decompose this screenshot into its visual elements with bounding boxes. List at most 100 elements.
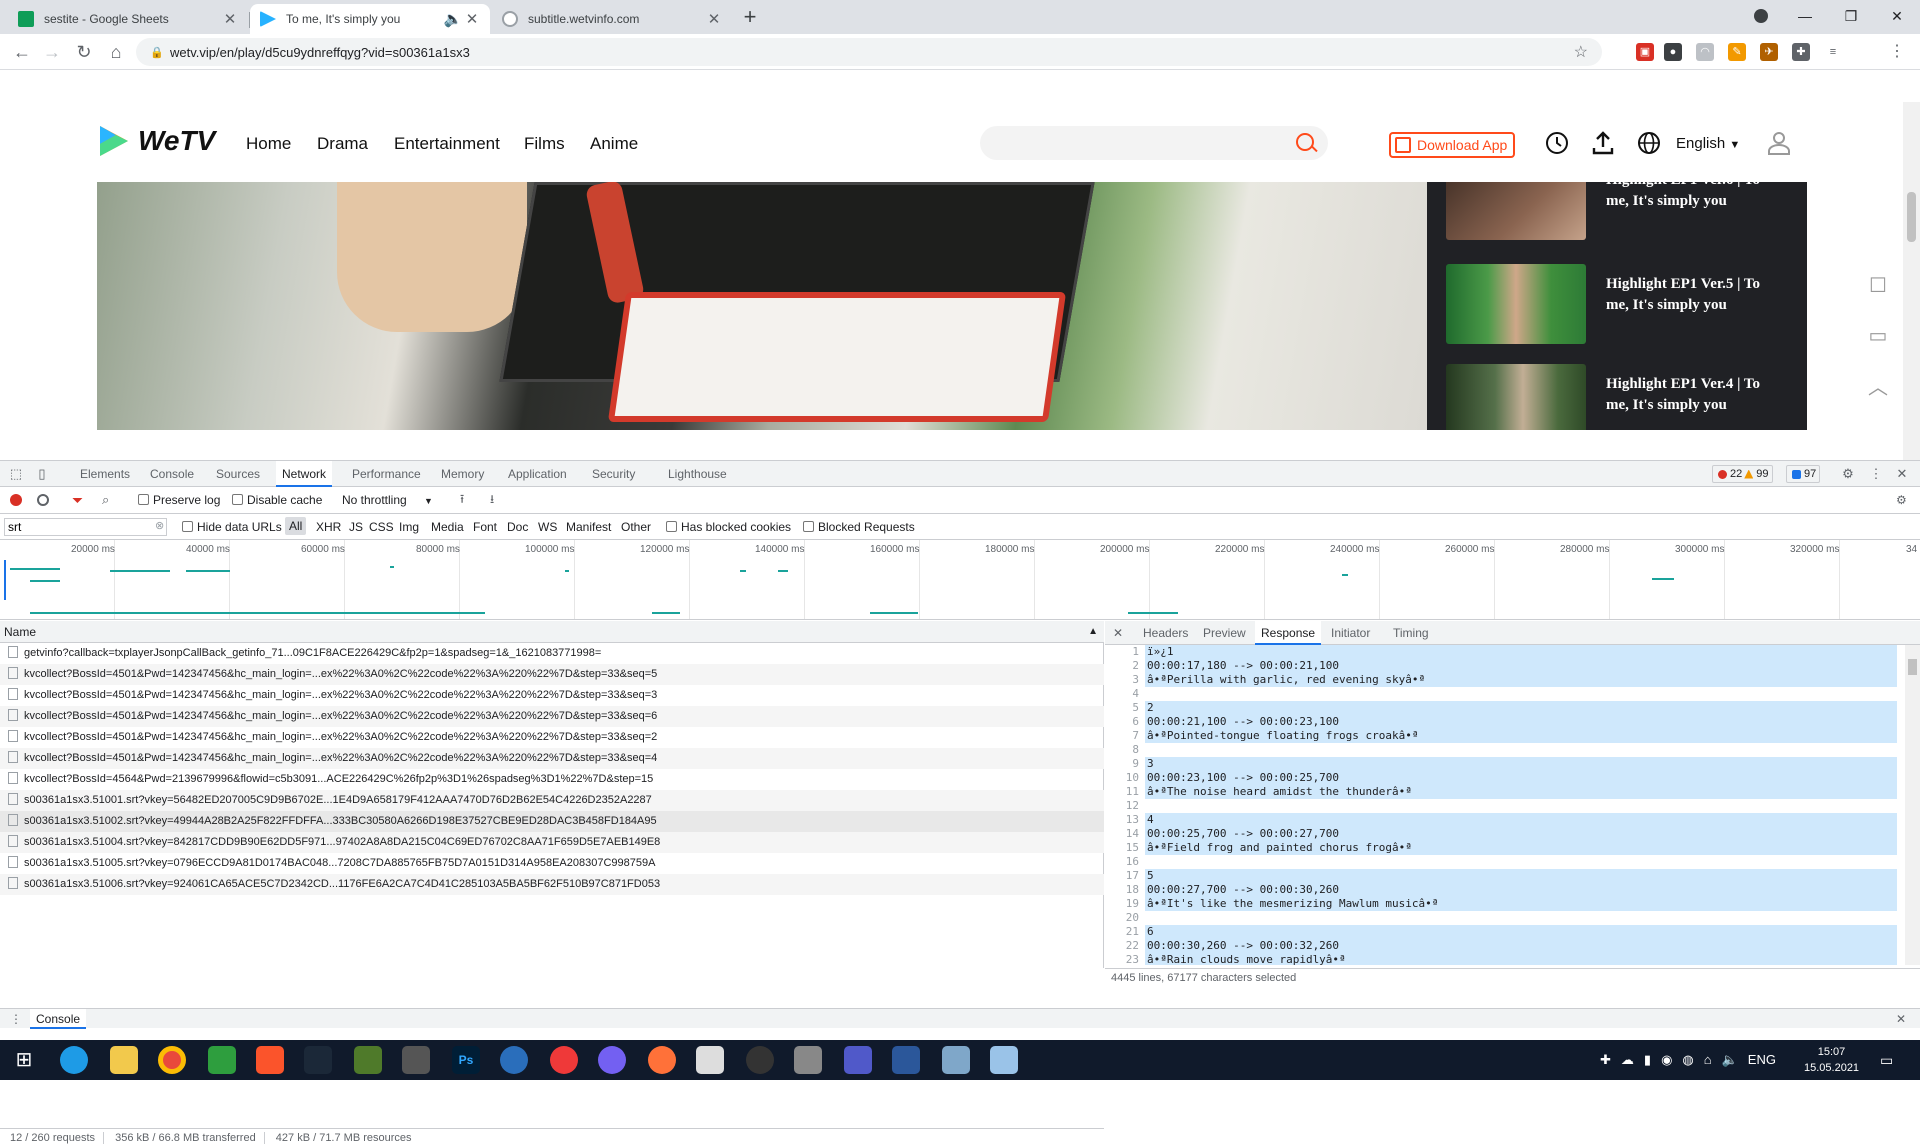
filter-icon[interactable]: ⏷	[72, 492, 83, 509]
reload-button[interactable]: ↻	[72, 40, 96, 64]
vivaldi-icon[interactable]	[550, 1046, 578, 1074]
request-name[interactable]: getvinfo?callback=txplayerJsonpCallBack_…	[24, 647, 601, 659]
hide-data-urls-checkbox[interactable]: Hide data URLs	[182, 520, 282, 534]
type-filter-img[interactable]: Img	[399, 520, 419, 534]
checkbox-box[interactable]	[666, 521, 677, 532]
request-name[interactable]: kvcollect?BossId=4501&Pwd=142347456&hc_m…	[24, 710, 657, 722]
request-row[interactable]: getvinfo?callback=txplayerJsonpCallBack_…	[0, 643, 1104, 664]
drawer-tab-console[interactable]: Console	[30, 1009, 87, 1029]
inspect-element-icon[interactable]: ⬚	[8, 466, 24, 482]
request-row[interactable]: s00361a1sx3.51005.srt?vkey=0796ECCD9A81D…	[0, 853, 1104, 874]
episode-item[interactable]: Highlight EP1 Ver.6 | To me, It's simply…	[1446, 182, 1766, 240]
request-row[interactable]: s00361a1sx3.51004.srt?vkey=842817CDD9B90…	[0, 832, 1104, 853]
request-name[interactable]: s00361a1sx3.51004.srt?vkey=842817CDD9B90…	[24, 836, 660, 848]
windows-start-icon[interactable]: ⊞	[10, 1046, 38, 1074]
video-player[interactable]	[97, 182, 1427, 430]
back-button[interactable]: ←	[10, 40, 34, 64]
cloud-icon[interactable]: ☁	[1621, 1052, 1634, 1068]
request-row[interactable]: s00361a1sx3.51006.srt?vkey=924061CA65ACE…	[0, 874, 1104, 895]
app-icon[interactable]	[942, 1046, 970, 1074]
drawer-menu-icon[interactable]: ⋮	[10, 1009, 22, 1029]
episode-title[interactable]: Highlight EP1 Ver.4 | To me, It's simply…	[1606, 374, 1786, 416]
menu-kebab-icon[interactable]: ⋮	[1888, 43, 1906, 61]
episode-thumbnail[interactable]	[1446, 182, 1586, 240]
type-filter-css[interactable]: CSS	[369, 520, 394, 534]
nav-films[interactable]: Films	[524, 134, 565, 154]
extension-icon[interactable]: ✈	[1760, 43, 1778, 61]
close-drawer-icon[interactable]: ✕	[1896, 1009, 1906, 1029]
gear-icon[interactable]: ⚙	[1840, 466, 1856, 482]
checkbox-box[interactable]	[803, 521, 814, 532]
tray-icon[interactable]: ◍	[1682, 1052, 1693, 1068]
request-name[interactable]: kvcollect?BossId=4501&Pwd=142347456&hc_m…	[24, 752, 657, 764]
speaker-icon[interactable]: 🔈	[442, 10, 464, 28]
file-explorer-icon[interactable]	[110, 1046, 138, 1074]
word-icon[interactable]	[892, 1046, 920, 1074]
wetv-logo[interactable]: WeTV	[96, 124, 215, 158]
bookmark-star-icon[interactable]: ☆	[1574, 42, 1588, 62]
episode-thumbnail[interactable]	[1446, 364, 1586, 430]
request-row[interactable]: kvcollect?BossId=4501&Pwd=142347456&hc_m…	[0, 748, 1104, 769]
detail-tab-preview[interactable]: Preview	[1197, 621, 1252, 645]
app-icon[interactable]	[794, 1046, 822, 1074]
devtools-tab-security[interactable]: Security	[586, 461, 641, 487]
restore-button[interactable]: ❐	[1828, 0, 1874, 32]
console-drawer[interactable]: ⋮ Console ✕	[0, 1008, 1920, 1029]
close-tab-icon[interactable]: ✕	[464, 10, 480, 28]
upload-icon[interactable]	[1590, 130, 1616, 156]
blocked-cookies-checkbox[interactable]: Has blocked cookies	[666, 520, 791, 534]
more-options-icon[interactable]: ⋮	[1868, 466, 1884, 482]
request-row-selected[interactable]: s00361a1sx3.51002.srt?vkey=49944A28B2A25…	[0, 811, 1104, 832]
detail-tab-headers[interactable]: Headers	[1137, 621, 1194, 645]
request-name[interactable]: kvcollect?BossId=4564&Pwd=2139679996&flo…	[24, 773, 653, 785]
back-to-top-icon[interactable]: ︿	[1853, 360, 1903, 410]
episode-item[interactable]: Highlight EP1 Ver.5 | To me, It's simply…	[1446, 264, 1766, 344]
firefox-icon[interactable]	[648, 1046, 676, 1074]
new-tab-button[interactable]: +	[738, 6, 762, 30]
clock[interactable]: 15:07 15.05.2021	[1804, 1044, 1859, 1076]
request-row[interactable]: s00361a1sx3.51001.srt?vkey=56482ED207005…	[0, 790, 1104, 811]
search-icon[interactable]: ⌕	[102, 492, 109, 508]
episode-title[interactable]: Highlight EP1 Ver.6 | To me, It's simply…	[1606, 182, 1786, 212]
clear-icon[interactable]	[37, 494, 49, 506]
request-row[interactable]: kvcollect?BossId=4501&Pwd=142347456&hc_m…	[0, 706, 1104, 727]
network-timeline-overview[interactable]: 20000 ms 40000 ms 60000 ms 80000 ms 1000…	[0, 540, 1920, 620]
devtools-tab-application[interactable]: Application	[502, 461, 573, 487]
devtools-tab-memory[interactable]: Memory	[435, 461, 490, 487]
clear-filter-icon[interactable]: ⊗	[155, 519, 164, 532]
page-scrollbar[interactable]	[1903, 102, 1920, 460]
nav-drama[interactable]: Drama	[317, 134, 368, 154]
url-text[interactable]: wetv.vip/en/play/d5cu9ydnreffqyg?vid=s00…	[170, 45, 470, 60]
language-selector[interactable]: English ▼	[1676, 135, 1740, 152]
devtools-tab-performance[interactable]: Performance	[346, 461, 427, 487]
device-toolbar-icon[interactable]: ▯	[34, 466, 50, 482]
devtools-tab-console[interactable]: Console	[144, 461, 200, 487]
close-tab-icon[interactable]: ✕	[222, 10, 238, 28]
network-icon[interactable]: ⌂	[1704, 1052, 1712, 1068]
request-name[interactable]: s00361a1sx3.51005.srt?vkey=0796ECCD9A81D…	[24, 857, 655, 869]
extension-icon[interactable]: ✎	[1728, 43, 1746, 61]
type-filter-font[interactable]: Font	[473, 520, 497, 534]
disable-cache-checkbox[interactable]: Disable cache	[232, 493, 322, 507]
brave-icon[interactable]	[256, 1046, 284, 1074]
nav-entertainment[interactable]: Entertainment	[394, 134, 500, 154]
blocked-requests-checkbox[interactable]: Blocked Requests	[803, 520, 915, 534]
episode-title[interactable]: Highlight EP1 Ver.5 | To me, It's simply…	[1606, 274, 1786, 316]
detail-tab-response[interactable]: Response	[1255, 621, 1322, 645]
detail-tab-initiator[interactable]: Initiator	[1325, 621, 1376, 645]
devtools-tab-network[interactable]: Network	[276, 461, 333, 487]
devtools-tab-sources[interactable]: Sources	[210, 461, 266, 487]
edge-icon[interactable]	[60, 1046, 88, 1074]
tab-search-icon[interactable]	[1738, 0, 1784, 32]
scrollbar-thumb[interactable]	[1907, 192, 1916, 242]
detail-tab-timing[interactable]: Timing	[1387, 621, 1435, 645]
messages-counter[interactable]: 97	[1786, 465, 1821, 483]
app-icon[interactable]	[208, 1046, 236, 1074]
network-filter-input[interactable]	[4, 518, 167, 536]
photoshop-icon[interactable]: Ps	[452, 1046, 480, 1074]
request-row[interactable]: kvcollect?BossId=4501&Pwd=142347456&hc_m…	[0, 727, 1104, 748]
response-scrollbar[interactable]	[1905, 645, 1920, 965]
app-icon[interactable]	[696, 1046, 724, 1074]
qbittorrent-icon[interactable]	[500, 1046, 528, 1074]
globe-icon[interactable]	[1636, 130, 1662, 156]
